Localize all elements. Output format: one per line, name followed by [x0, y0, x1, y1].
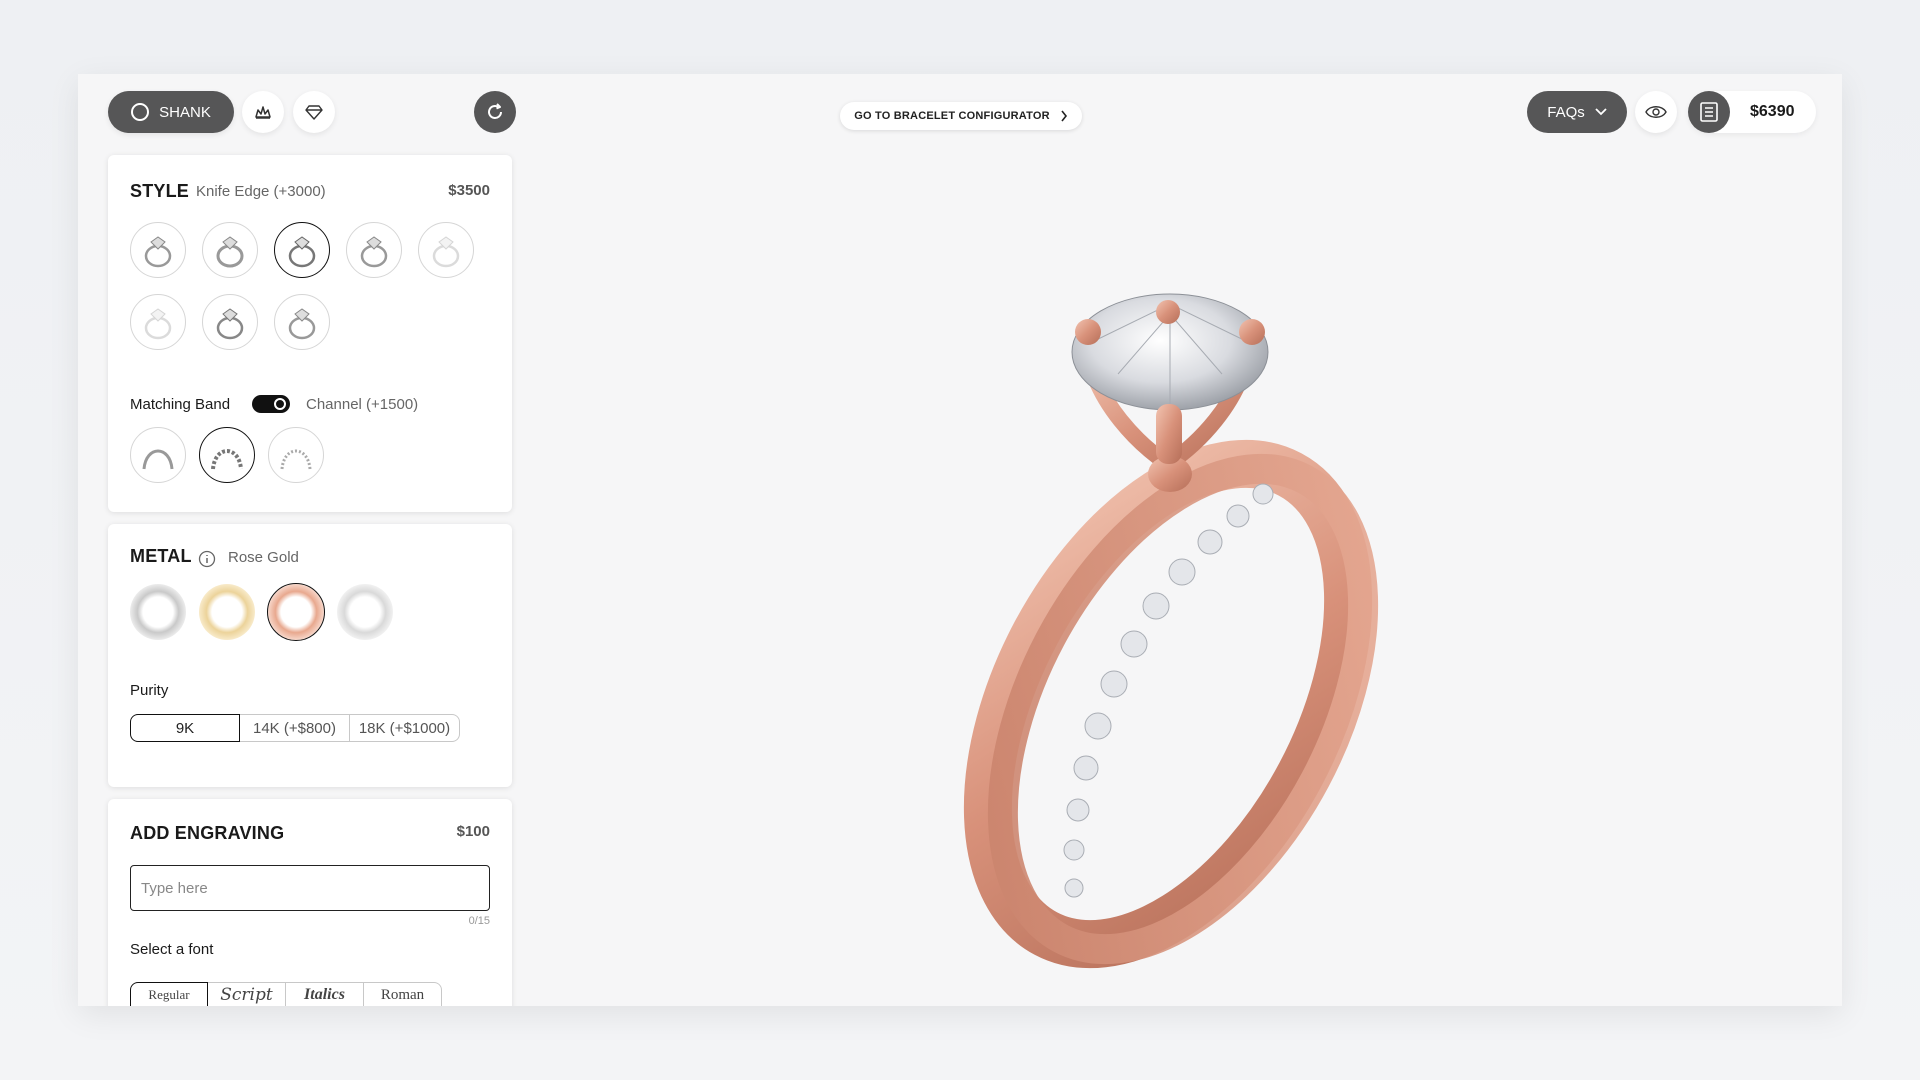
style-selected: Knife Edge (+3000) — [196, 183, 326, 200]
font-options: Regular Script Italics Roman — [130, 982, 442, 1006]
ring-thumbnail-icon — [144, 308, 172, 340]
ring-thumbnail-icon — [144, 236, 172, 268]
style-option[interactable] — [202, 294, 258, 350]
style-price: $3500 — [448, 182, 490, 199]
crown-icon — [255, 106, 271, 119]
purity-label: Purity — [130, 682, 169, 699]
matching-band-toggle[interactable] — [252, 395, 290, 413]
purity-options: 9K 14K (+$800) 18K (+$1000) — [130, 714, 460, 742]
engraving-panel: ADD ENGRAVING $100 0/15 Select a font Re… — [108, 799, 512, 1006]
configurator-window: SHANK GO TO BRACELET CONFIGURATOR FAQs $… — [78, 74, 1842, 1006]
engraving-title: ADD ENGRAVING — [130, 823, 285, 843]
total-price: $6390 — [1750, 103, 1795, 120]
style-option[interactable] — [130, 294, 186, 350]
summary-button[interactable] — [1688, 91, 1730, 133]
band-thumbnail-icon — [280, 449, 312, 470]
tab-head[interactable] — [242, 91, 284, 133]
bracelet-link-label: GO TO BRACELET CONFIGURATOR — [854, 110, 1050, 122]
info-icon[interactable] — [198, 550, 216, 568]
purity-option-9k[interactable]: 9K — [130, 714, 240, 742]
band-option[interactable] — [268, 427, 324, 483]
ring-thumbnail-icon — [216, 236, 244, 268]
band-option-selected[interactable] — [199, 427, 255, 483]
style-option[interactable] — [202, 222, 258, 278]
metal-swatch-yellow-gold[interactable] — [199, 584, 255, 640]
ring-thumbnail-icon — [432, 236, 460, 268]
style-title: STYLE — [130, 181, 190, 201]
refresh-icon — [488, 103, 502, 119]
tab-shank[interactable]: SHANK — [108, 91, 234, 133]
metal-swatch-white-gold[interactable] — [130, 584, 186, 640]
bracelet-configurator-link[interactable]: GO TO BRACELET CONFIGURATOR — [840, 102, 1082, 130]
style-panel: STYLE Knife Edge (+3000) $3500 Matching … — [108, 155, 512, 512]
engraving-counter: 0/15 — [468, 915, 490, 927]
metal-swatch-rose-gold[interactable] — [267, 583, 325, 641]
chevron-right-icon — [1061, 110, 1067, 122]
faq-dropdown[interactable]: FAQs — [1527, 91, 1627, 133]
ring-thumbnail-icon — [288, 236, 316, 268]
ring-preview[interactable] — [938, 254, 1418, 1006]
matching-band-label: Matching Band — [130, 396, 231, 413]
chevron-down-icon — [1595, 108, 1607, 116]
style-option[interactable] — [274, 294, 330, 350]
reset-button[interactable] — [474, 91, 516, 133]
list-icon — [1700, 102, 1718, 122]
style-option[interactable] — [346, 222, 402, 278]
metal-selected: Rose Gold — [228, 549, 299, 566]
engraving-price: $100 — [456, 823, 490, 840]
tab-stone[interactable] — [293, 91, 335, 133]
metal-title: METAL — [130, 546, 192, 566]
tab-shank-label: SHANK — [159, 103, 211, 121]
purity-option-18k[interactable]: 18K (+$1000) — [350, 714, 460, 742]
ring-icon — [131, 103, 150, 121]
font-option-roman[interactable]: Roman — [364, 982, 442, 1006]
engraving-input[interactable] — [130, 865, 490, 911]
order-summary[interactable]: $6390 — [1688, 91, 1816, 133]
ring-thumbnail-icon — [288, 308, 316, 340]
matching-band-value: Channel (+1500) — [306, 396, 419, 413]
eye-icon — [1645, 106, 1667, 118]
band-thumbnail-icon — [142, 449, 174, 470]
style-option[interactable] — [418, 222, 474, 278]
font-option-italics[interactable]: Italics — [286, 982, 364, 1006]
faq-label: FAQs — [1547, 103, 1585, 121]
style-option-selected[interactable] — [274, 222, 330, 278]
band-option[interactable] — [130, 427, 186, 483]
metal-panel: METAL Rose Gold Purity 9K 14K (+$800) 18… — [108, 524, 512, 787]
ring-thumbnail-icon — [360, 236, 388, 268]
font-option-script[interactable]: Script — [208, 982, 286, 1006]
band-thumbnail-icon — [211, 449, 243, 470]
purity-option-14k[interactable]: 14K (+$800) — [240, 714, 350, 742]
font-option-regular[interactable]: Regular — [130, 982, 208, 1006]
diamond-icon — [305, 105, 323, 120]
style-option[interactable] — [130, 222, 186, 278]
ring-thumbnail-icon — [216, 308, 244, 340]
preview-button[interactable] — [1635, 91, 1677, 133]
font-select-label: Select a font — [130, 941, 214, 958]
metal-swatch-platinum[interactable] — [337, 584, 393, 640]
